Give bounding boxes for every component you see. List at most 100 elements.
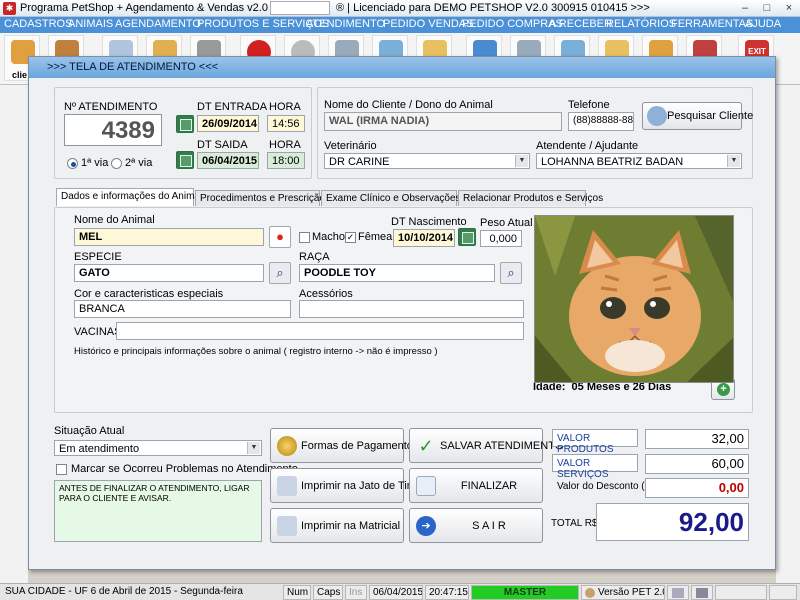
especie-search-button[interactable]: ⌕ bbox=[269, 262, 291, 284]
desconto-label: Valor do Desconto ( - ) bbox=[557, 481, 657, 492]
hora-saida-label: HORA bbox=[269, 139, 301, 151]
search-person-icon bbox=[647, 106, 667, 126]
app-icon: ✱ bbox=[3, 2, 16, 15]
acessorios-field[interactable] bbox=[299, 300, 524, 318]
animal-paw-button[interactable]: ● bbox=[269, 226, 291, 248]
dt-saida-calendar-button[interactable] bbox=[176, 151, 194, 169]
sair-button[interactable]: ➔ S A I R bbox=[409, 508, 543, 543]
cor-label: Cor e caracteristicas especiais bbox=[74, 288, 224, 300]
peso-field[interactable]: 0,000 bbox=[480, 230, 522, 247]
status-bar: SUA CIDADE - UF 6 de Abril de 2015 - Seg… bbox=[0, 583, 800, 600]
desconto-field[interactable]: 0,00 bbox=[645, 478, 749, 498]
dt-entrada-calendar-button[interactable] bbox=[176, 115, 194, 133]
document-check-icon bbox=[416, 475, 436, 496]
problemas-checkbox[interactable] bbox=[56, 464, 67, 475]
peso-label: Peso Atual bbox=[480, 217, 533, 229]
tab-strip: Dados e informações do Animal -> Procedi… bbox=[56, 188, 756, 208]
atendente-label: Atendente / Ajudante bbox=[536, 140, 639, 152]
chevron-down-icon: ▼ bbox=[727, 155, 740, 167]
menu-animais[interactable]: ANIMAIS bbox=[68, 18, 113, 30]
search-icon: ⌕ bbox=[507, 265, 515, 280]
valor-servicos-field: 60,00 bbox=[645, 454, 749, 474]
situacao-label: Situação Atual bbox=[54, 425, 125, 437]
animal-nome-label: Nome do Animal bbox=[74, 214, 155, 226]
kitten-photo-icon bbox=[535, 216, 733, 382]
coins-icon bbox=[277, 435, 297, 456]
status-hora: 20:47:15 bbox=[425, 585, 469, 600]
hora-entrada-label: HORA bbox=[269, 101, 301, 113]
via1-radio[interactable] bbox=[67, 158, 78, 169]
atendimento-number: 4389 bbox=[64, 114, 162, 146]
via2-radio[interactable] bbox=[111, 158, 122, 169]
menu-pedido-compras[interactable]: PEDIDO COMPRAS bbox=[462, 18, 563, 30]
dt-saida-field[interactable]: 06/04/2015 bbox=[197, 152, 259, 169]
dt-entrada-field[interactable]: 26/09/2014 bbox=[197, 115, 259, 132]
status-cidade-data: SUA CIDADE - UF 6 de Abril de 2015 - Seg… bbox=[5, 586, 243, 597]
printer-icon bbox=[672, 588, 684, 598]
dt-nascimento-field[interactable]: 10/10/2014 bbox=[393, 229, 455, 247]
title-blank-box bbox=[270, 1, 330, 15]
total-field: 92,00 bbox=[596, 503, 749, 541]
raca-field[interactable]: POODLE TOY bbox=[299, 264, 495, 282]
status-settings-icon-cell[interactable] bbox=[691, 585, 713, 600]
window-title: Programa PetShop + Agendamento & Vendas … bbox=[20, 2, 275, 14]
maximize-button[interactable]: □ bbox=[756, 1, 778, 16]
hora-entrada-field[interactable]: 14:56 bbox=[267, 115, 305, 132]
imprimir-jato-button[interactable]: Imprimir na Jato de Tinta bbox=[270, 468, 422, 503]
desktop-left bbox=[0, 85, 28, 583]
raca-label: RAÇA bbox=[299, 251, 330, 263]
cliente-nome-field[interactable]: WAL (IRMA NADIA) bbox=[324, 112, 562, 131]
atendente-select[interactable]: LOHANNA BEATRIZ BADAN ▼ bbox=[536, 153, 742, 169]
situacao-select[interactable]: Em atendimento ▼ bbox=[54, 440, 262, 456]
animal-nome-field[interactable]: MEL bbox=[74, 228, 264, 246]
hora-saida-field[interactable]: 18:00 bbox=[267, 152, 305, 169]
close-button[interactable]: × bbox=[778, 1, 800, 16]
menu-pedido-vendas[interactable]: PEDIDO VENDAS bbox=[383, 18, 473, 30]
pesquisar-cliente-button[interactable]: Pesquisar Cliente bbox=[642, 102, 753, 130]
imprimir-matricial-button[interactable]: Imprimir na Matricial bbox=[270, 508, 404, 543]
pet-icon bbox=[585, 588, 595, 598]
menu-agendamento[interactable]: AGENDAMENTO bbox=[115, 18, 201, 30]
macho-label: Macho bbox=[312, 231, 346, 243]
menu-atendimento[interactable]: ATENDIMENTO bbox=[306, 18, 385, 30]
femea-label: Fêmea bbox=[358, 231, 393, 243]
vacinas-label: VACINAS bbox=[74, 326, 122, 338]
menu-cadastros[interactable]: CADASTROS bbox=[4, 18, 72, 30]
aviso-textarea[interactable]: ANTES DE FINALIZAR O ATENDIMENTO, LIGAR … bbox=[54, 480, 262, 542]
vacinas-field[interactable] bbox=[116, 322, 524, 340]
femea-checkbox[interactable]: ✓ bbox=[345, 232, 356, 243]
acessorios-label: Acessórios bbox=[299, 288, 353, 300]
menu-relatorios[interactable]: RELATÓRIOS bbox=[606, 18, 676, 30]
formas-pagamento-button[interactable]: Formas de Pagamento bbox=[270, 428, 413, 463]
raca-search-button[interactable]: ⌕ bbox=[500, 262, 522, 284]
valor-servicos-label: VALOR SERVIÇOS bbox=[552, 454, 638, 480]
menu-ajuda[interactable]: AJUDA bbox=[745, 18, 781, 30]
tab-dados-animal[interactable]: Dados e informações do Animal -> bbox=[56, 188, 214, 206]
minimize-button[interactable]: – bbox=[734, 1, 756, 16]
status-blank-cell-2 bbox=[769, 585, 797, 600]
status-usuario: MASTER bbox=[471, 585, 579, 600]
veterinario-select[interactable]: DR CARINE ▼ bbox=[324, 153, 530, 169]
especie-field[interactable]: GATO bbox=[74, 264, 264, 282]
cor-field[interactable]: BRANCA bbox=[74, 300, 291, 318]
check-icon: ✓ bbox=[418, 435, 434, 456]
salvar-atendimento-button[interactable]: ✓ SALVAR ATENDIMENTO bbox=[409, 428, 563, 463]
tab-relacionar-produtos[interactable]: Relacionar Produtos e Serviços bbox=[458, 190, 603, 206]
tab-procedimentos[interactable]: Procedimentos e Prescrição -> bbox=[195, 190, 337, 206]
dt-nascimento-calendar-button[interactable] bbox=[458, 228, 476, 246]
menu-a-receber[interactable]: A RECEBER bbox=[549, 18, 612, 30]
status-data: 06/04/2015 bbox=[369, 585, 423, 600]
veterinario-label: Veterinário bbox=[324, 140, 377, 152]
telefone-label: Telefone bbox=[568, 99, 610, 111]
menu-ferramentas[interactable]: FERRAMENTAS bbox=[671, 18, 753, 30]
macho-checkbox[interactable] bbox=[299, 232, 310, 243]
problemas-label: Marcar se Ocorreu Problemas no Atendimen… bbox=[71, 463, 298, 475]
telefone-field[interactable]: (88)88888-8888 bbox=[568, 112, 634, 131]
atendimento-group: Nº ATENDIMENTO 4389 1ª via 2ª via DT ENT… bbox=[54, 87, 312, 179]
chevron-down-icon: ▼ bbox=[247, 442, 260, 454]
tab-exame-clinico[interactable]: Exame Clínico e Observações -> bbox=[321, 190, 472, 206]
plus-icon: + bbox=[717, 383, 730, 396]
status-print-icon-cell[interactable] bbox=[667, 585, 689, 600]
finalizar-button[interactable]: FINALIZAR bbox=[409, 468, 543, 503]
settings-icon bbox=[696, 588, 708, 598]
